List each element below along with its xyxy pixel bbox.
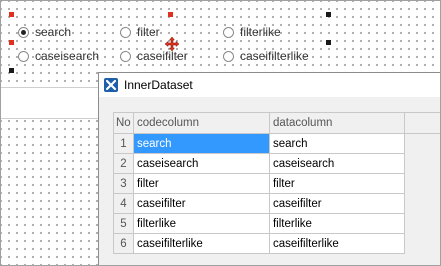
cell-datacolumn[interactable]: filterlike — [268, 213, 406, 234]
cell-codecolumn[interactable]: caseifilter — [132, 193, 270, 214]
radio-circle — [223, 50, 234, 62]
dialog-titlebar[interactable]: InnerDataset — [99, 73, 440, 97]
table-row[interactable]: 1 search search — [113, 133, 440, 154]
row-number[interactable]: 4 — [113, 193, 134, 214]
radio-label: search — [35, 25, 72, 39]
grid-empty-area — [404, 133, 440, 154]
selection-handle[interactable] — [9, 68, 14, 73]
design-canvas[interactable]: search filter filterlike caseisearch cas… — [0, 0, 441, 266]
grid-empty-area — [404, 233, 440, 254]
row-number[interactable]: 6 — [113, 233, 134, 254]
cell-datacolumn[interactable]: caseifilterlike — [268, 233, 406, 254]
column-header-empty — [404, 112, 440, 134]
cell-datacolumn[interactable]: caseifilter — [268, 193, 406, 214]
move-cursor-icon — [165, 37, 179, 51]
radio-circle — [18, 26, 29, 38]
selection-handle[interactable] — [9, 12, 14, 17]
radio-circle — [120, 26, 131, 38]
row-number[interactable]: 5 — [113, 213, 134, 234]
canvas-blank-band — [1, 87, 101, 119]
inner-dataset-dialog[interactable]: InnerDataset No codecolumn datacolumn 1 … — [98, 72, 440, 265]
radio-label: caseisearch — [35, 49, 100, 63]
radio-caseisearch[interactable]: caseisearch — [18, 48, 99, 64]
table-row[interactable]: 4 caseifilter caseifilter — [113, 193, 440, 214]
radio-filter[interactable]: filter — [120, 24, 160, 40]
cell-datacolumn[interactable]: filter — [268, 173, 406, 194]
row-number[interactable]: 1 — [113, 133, 134, 154]
x-app-icon — [104, 78, 118, 92]
row-number[interactable]: 3 — [113, 173, 134, 194]
table-row[interactable]: 3 filter filter — [113, 173, 440, 194]
canvas-divider — [1, 118, 101, 119]
canvas-divider — [1, 87, 101, 88]
cell-codecolumn[interactable]: search — [132, 133, 270, 154]
table-row[interactable]: 2 caseisearch caseisearch — [113, 153, 440, 174]
radio-circle — [120, 50, 131, 62]
radio-filterlike[interactable]: filterlike — [223, 24, 281, 40]
radio-caseifilterlike[interactable]: caseifilterlike — [223, 48, 309, 64]
cell-codecolumn[interactable]: caseisearch — [132, 153, 270, 174]
radio-label: filterlike — [240, 25, 281, 39]
selection-handle[interactable] — [168, 12, 173, 17]
cell-datacolumn[interactable]: caseisearch — [268, 153, 406, 174]
selection-handle[interactable] — [326, 40, 331, 45]
cell-codecolumn[interactable]: filter — [132, 173, 270, 194]
column-header-codecolumn[interactable]: codecolumn — [132, 112, 270, 134]
table-row[interactable]: 6 caseifilterlike caseifilterlike — [113, 233, 440, 254]
radio-circle — [18, 50, 29, 62]
radio-search[interactable]: search — [18, 24, 71, 40]
radio-label: caseifilter — [137, 49, 188, 63]
grid-empty-area — [404, 173, 440, 194]
radio-dot — [21, 29, 26, 35]
grid-empty-area — [404, 153, 440, 174]
dataset-grid[interactable]: No codecolumn datacolumn 1 search search… — [113, 112, 440, 254]
table-row[interactable]: 5 filterlike filterlike — [113, 213, 440, 234]
radio-label: filter — [137, 25, 160, 39]
grid-empty-area — [404, 213, 440, 234]
column-header-no[interactable]: No — [113, 112, 134, 134]
selection-handle[interactable] — [9, 40, 14, 45]
cell-codecolumn[interactable]: filterlike — [132, 213, 270, 234]
grid-header-row: No codecolumn datacolumn — [113, 112, 440, 134]
cell-codecolumn[interactable]: caseifilterlike — [132, 233, 270, 254]
radio-label: caseifilterlike — [240, 49, 309, 63]
grid-empty-area — [404, 193, 440, 214]
selection-handle[interactable] — [326, 12, 331, 17]
cell-datacolumn[interactable]: search — [268, 133, 406, 154]
radio-circle — [223, 26, 234, 38]
row-number[interactable]: 2 — [113, 153, 134, 174]
dialog-title: InnerDataset — [124, 78, 193, 92]
column-header-datacolumn[interactable]: datacolumn — [268, 112, 406, 134]
